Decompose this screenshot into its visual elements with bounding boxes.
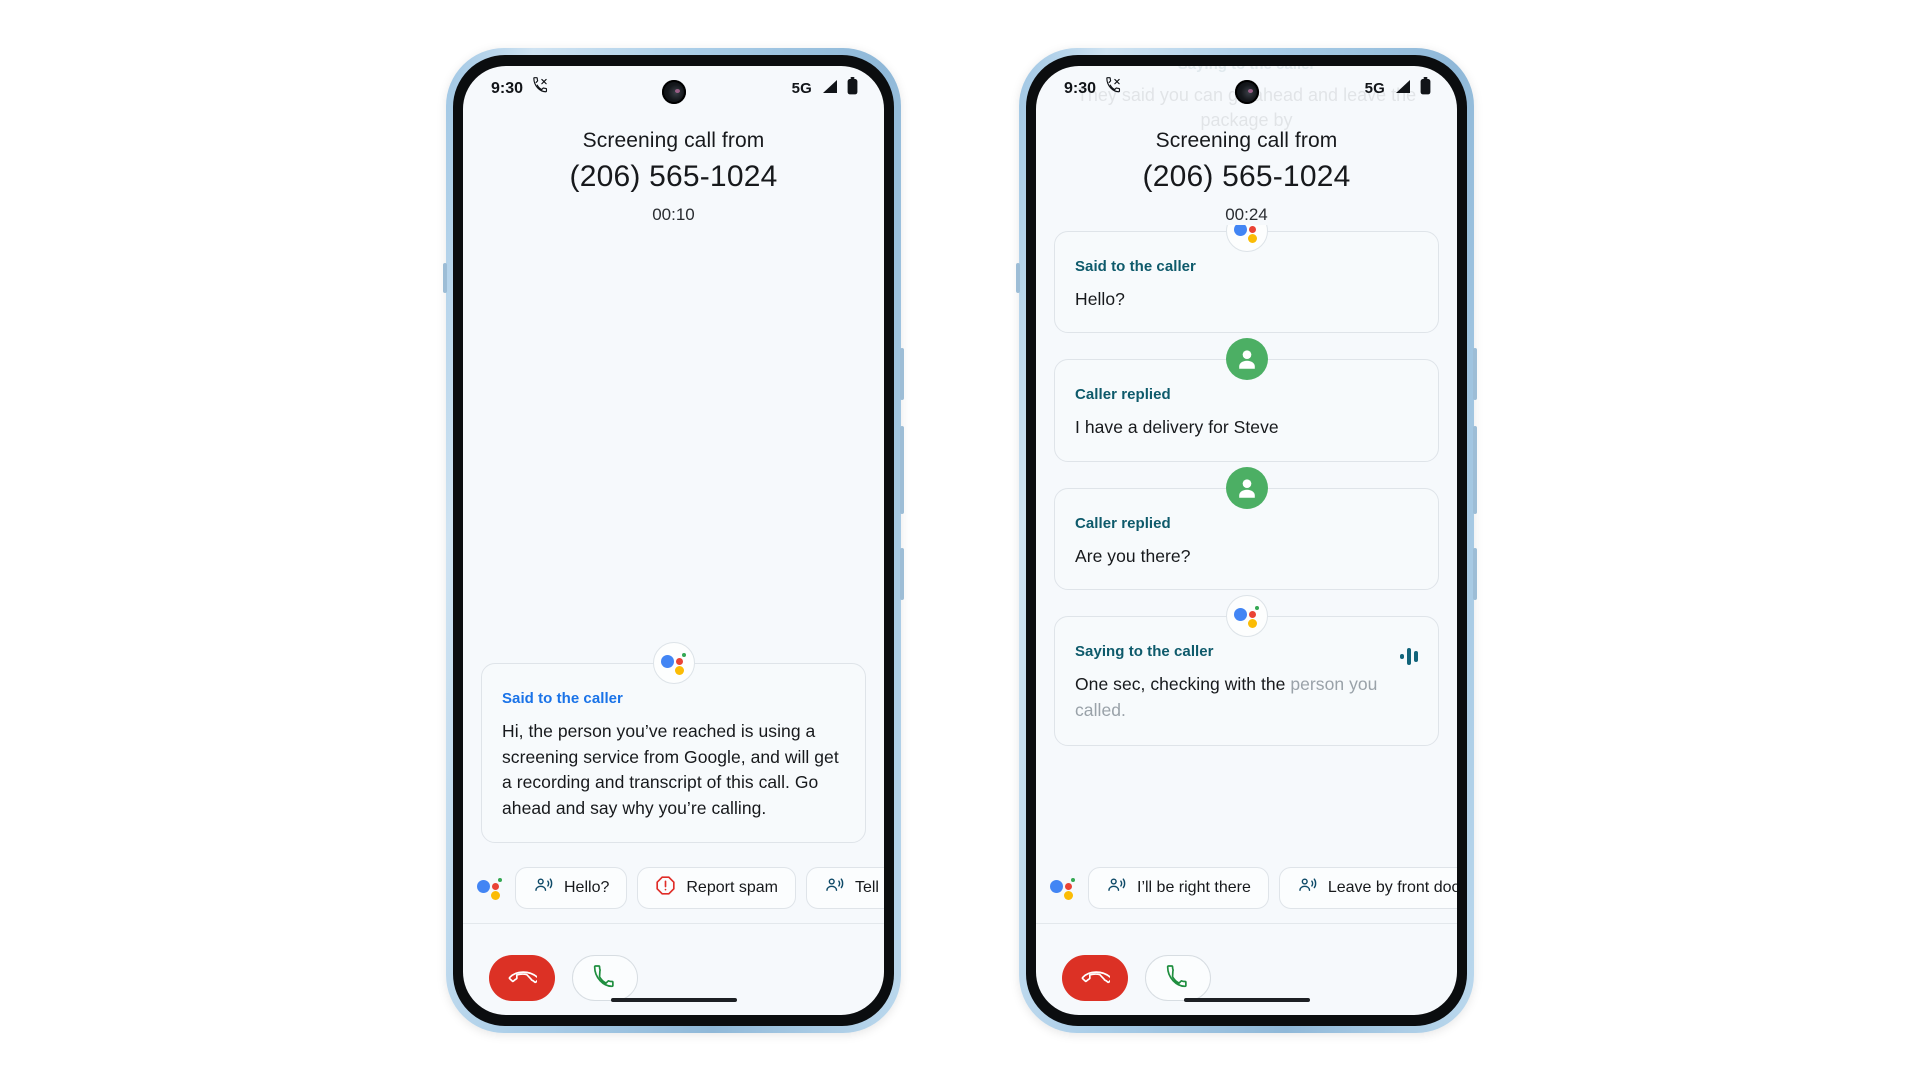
suggestion-chip-leave-by-front-door[interactable]: Leave by front door bbox=[1278, 866, 1457, 909]
chip-label: I’ll be right there bbox=[1137, 878, 1251, 896]
transcript-speaker-label: Saying to the caller bbox=[1075, 643, 1214, 661]
transcript-speaker-label: Said to the caller bbox=[1075, 257, 1196, 275]
suggestion-chip-hello[interactable]: Hello? bbox=[515, 866, 628, 909]
google-assistant-icon bbox=[477, 877, 503, 900]
screenshot-stage: 9:30 5G Screening call from (206) 565-10… bbox=[0, 0, 1920, 1080]
status-bar-left: 9:30 5G bbox=[463, 66, 884, 112]
suggestion-chip-report-spam[interactable]: Report spam bbox=[637, 866, 796, 909]
transcript-speaker-label: Said to the caller bbox=[502, 690, 623, 708]
transcript-entry: Caller replied Are you there? bbox=[1054, 466, 1439, 591]
speak-person-icon bbox=[824, 876, 845, 900]
suggestion-chip-ill-be-right-there[interactable]: I’ll be right there bbox=[1088, 866, 1269, 909]
end-call-button[interactable] bbox=[1062, 954, 1128, 1001]
volume-button-lower[interactable] bbox=[900, 547, 904, 600]
transcript-entry: Said to the caller Hello? bbox=[1054, 224, 1439, 334]
home-indicator[interactable] bbox=[610, 997, 737, 1002]
chip-label: Tell me more bbox=[854, 878, 884, 896]
transcript-speaker-label: Caller replied bbox=[1075, 514, 1171, 532]
transcript-list-right[interactable]: Said to the caller Hello? Caller replied… bbox=[1036, 224, 1457, 853]
transcript-text: Are you there? bbox=[1075, 545, 1191, 566]
transcript-text: I have a delivery for Steve bbox=[1075, 417, 1279, 438]
screen-right: 9:30 5G They said you can ahead and leav… bbox=[1036, 65, 1457, 1015]
left-side-button[interactable] bbox=[443, 262, 447, 293]
home-indicator[interactable] bbox=[1183, 997, 1310, 1002]
transcript-speaker-label: Caller replied bbox=[1075, 386, 1171, 404]
answer-call-button[interactable] bbox=[572, 954, 638, 1001]
answer-call-button[interactable] bbox=[1145, 954, 1211, 1001]
call-header-left: Screening call from (206) 565-1024 00:10 bbox=[463, 111, 884, 225]
status-time: 9:30 bbox=[1064, 79, 1097, 97]
battery-full-icon bbox=[847, 77, 858, 100]
front-camera-punch-hole bbox=[1234, 79, 1259, 104]
person-icon bbox=[1225, 338, 1268, 381]
caller-phone-number: (206) 565-1024 bbox=[1142, 159, 1351, 193]
phone-device-left: 9:30 5G Screening call from (206) 565-10… bbox=[443, 47, 904, 1033]
power-button[interactable] bbox=[900, 347, 904, 400]
google-assistant-icon bbox=[1225, 595, 1268, 638]
missed-call-icon bbox=[1105, 77, 1123, 100]
transcript-text: Hello? bbox=[1075, 288, 1125, 309]
status-time: 9:30 bbox=[491, 79, 524, 97]
missed-call-icon bbox=[532, 77, 550, 100]
transcript-entry: Saying to the caller One sec, checking w… bbox=[1054, 595, 1439, 747]
call-header-right: Saying to the caller They said you can g… bbox=[1036, 66, 1457, 225]
caller-phone-number: (206) 565-1024 bbox=[569, 159, 778, 193]
suggestion-chips-left[interactable]: Hello? Report spam Tell bbox=[463, 853, 884, 923]
status-bar-left-group: 9:30 bbox=[491, 77, 550, 100]
transcript-entry: Said to the caller Hi, the person you’ve… bbox=[481, 642, 866, 843]
battery-full-icon bbox=[1420, 77, 1431, 100]
end-call-button[interactable] bbox=[489, 954, 555, 1001]
call-controls-right bbox=[1036, 922, 1457, 1015]
screening-call-label: Screening call from bbox=[582, 128, 765, 152]
call-duration-timer: 00:10 bbox=[652, 204, 695, 224]
google-assistant-icon bbox=[652, 642, 695, 685]
transcript-text: One sec, checking with the person you ca… bbox=[1075, 672, 1418, 723]
person-icon bbox=[1225, 466, 1268, 509]
speak-person-icon bbox=[533, 876, 554, 900]
phone-bezel-right: 9:30 5G They said you can ahead and leav… bbox=[1026, 54, 1467, 1026]
screening-call-label: Screening call from bbox=[1155, 128, 1338, 152]
transcript-text-spoken: One sec, checking with the bbox=[1075, 674, 1291, 695]
assistant-dots bbox=[1233, 605, 1260, 629]
screen-left: 9:30 5G Screening call from (206) 565-10… bbox=[463, 65, 884, 1015]
report-spam-icon bbox=[655, 875, 676, 901]
call-duration-timer: 00:24 bbox=[1225, 204, 1268, 224]
status-bar-left-group: 9:30 bbox=[1064, 77, 1123, 100]
transcript-bubble: Said to the caller Hi, the person you’ve… bbox=[481, 663, 866, 843]
suggestion-chips-right[interactable]: I’ll be right there Leave by front door bbox=[1036, 853, 1457, 923]
transcript-text: Hi, the person you’ve reached is using a… bbox=[502, 721, 839, 818]
status-bar-right-group: 5G bbox=[1365, 77, 1431, 100]
assistant-dots bbox=[660, 652, 687, 676]
chip-label: Leave by front door bbox=[1327, 878, 1457, 896]
phone-device-right: 9:30 5G They said you can ahead and leav… bbox=[1016, 47, 1477, 1033]
signal-bars-icon bbox=[1394, 79, 1411, 99]
status-bar-right: 9:30 5G bbox=[1036, 66, 1457, 112]
network-type-label: 5G bbox=[1364, 80, 1385, 97]
volume-button[interactable] bbox=[900, 425, 904, 514]
status-bar-right-group: 5G bbox=[792, 77, 858, 100]
volume-button-lower[interactable] bbox=[1473, 547, 1477, 600]
transcript-list-left[interactable]: Said to the caller Hi, the person you’ve… bbox=[463, 225, 884, 853]
suggestion-chip-tell-me-more[interactable]: Tell me more bbox=[805, 866, 884, 909]
chip-label: Report spam bbox=[686, 878, 778, 896]
speaking-waveform-icon bbox=[1400, 647, 1418, 665]
front-camera-punch-hole bbox=[661, 79, 686, 104]
call-controls-left bbox=[463, 922, 884, 1015]
chip-label: Hello? bbox=[564, 878, 610, 896]
power-button[interactable] bbox=[1473, 347, 1477, 400]
volume-button[interactable] bbox=[1473, 425, 1477, 514]
network-type-label: 5G bbox=[791, 80, 812, 97]
speak-person-icon bbox=[1106, 876, 1127, 900]
transcript-entry: Caller replied I have a delivery for Ste… bbox=[1054, 338, 1439, 462]
speak-person-icon bbox=[1297, 876, 1318, 900]
left-side-button[interactable] bbox=[1016, 262, 1020, 293]
signal-bars-icon bbox=[821, 79, 838, 99]
phone-bezel-left: 9:30 5G Screening call from (206) 565-10… bbox=[453, 54, 894, 1026]
assistant-dots bbox=[1233, 224, 1260, 243]
google-assistant-icon bbox=[1050, 877, 1076, 900]
